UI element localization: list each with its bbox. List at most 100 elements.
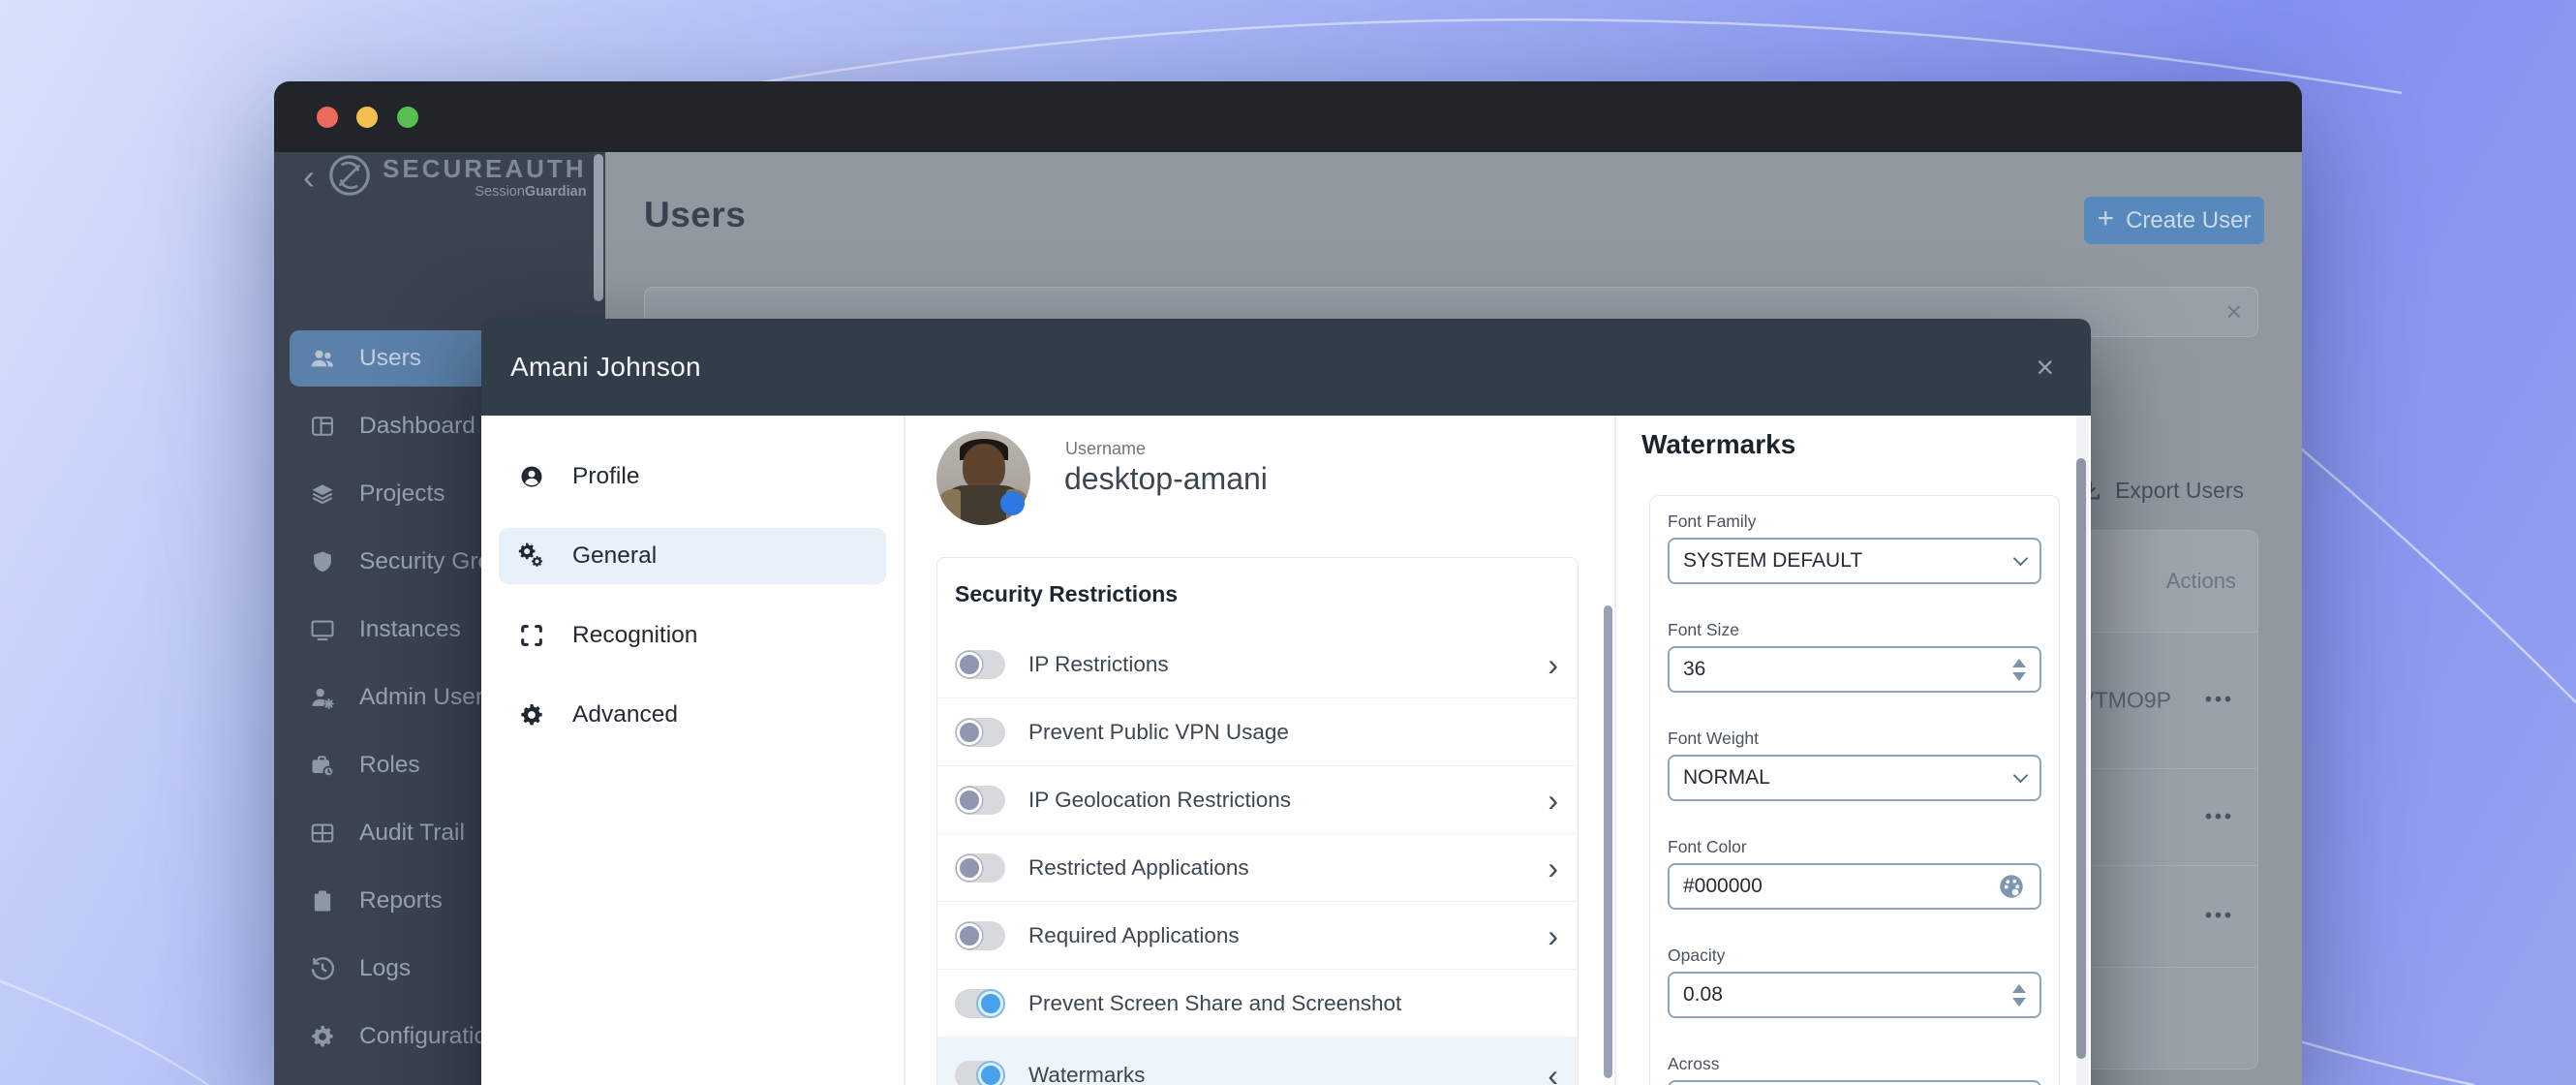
users-icon xyxy=(309,345,336,372)
toggle-required-applications[interactable] xyxy=(955,921,1005,950)
history-icon xyxy=(309,955,336,982)
font-family-select[interactable]: SYSTEM DEFAULT xyxy=(1668,538,2041,584)
modal-header: Amani Johnson × xyxy=(481,319,2091,416)
field-font-weight: Font Weight NORMAL xyxy=(1668,728,2041,801)
watermarks-panel: Watermarks Font Family SYSTEM DEFAULT Fo… xyxy=(1614,416,2091,1085)
field-font-size: Font Size 36 xyxy=(1668,620,2041,693)
security-row-ip-restrictions: IP Restrictions › xyxy=(937,631,1578,698)
minimize-window-button[interactable] xyxy=(356,107,378,128)
field-value: 0.08 xyxy=(1683,983,1723,1007)
admin-user-icon xyxy=(309,684,336,711)
dashboard-icon xyxy=(309,413,336,440)
chevron-down-icon[interactable] xyxy=(2013,551,2029,567)
actions-column-header: Actions xyxy=(2166,531,2236,632)
chevron-right-icon[interactable]: › xyxy=(1548,852,1558,884)
toggle-prevent-public-vpn-usage[interactable] xyxy=(955,718,1005,747)
field-font-color: Font Color #000000 xyxy=(1668,837,2041,910)
zoom-window-button[interactable] xyxy=(397,107,418,128)
clipboard-icon xyxy=(309,887,336,914)
tab-advanced[interactable]: Advanced xyxy=(499,687,886,743)
chevron-down-icon[interactable] xyxy=(2013,768,2029,784)
field-label: Font Family xyxy=(1668,512,2041,532)
clear-search-icon[interactable]: × xyxy=(2226,296,2242,327)
shield-icon xyxy=(309,548,336,575)
export-users-button[interactable]: Export Users xyxy=(2078,478,2244,504)
sidebar-logo: ‹ SECUREAUTH SessionGuardian xyxy=(303,153,587,202)
sidebar-scrollbar[interactable] xyxy=(594,154,603,301)
font-weight-select[interactable]: NORMAL xyxy=(1668,755,2041,801)
create-user-button[interactable]: + Create User xyxy=(2084,197,2264,244)
security-restrictions-card: Security Restrictions IP Restrictions › … xyxy=(936,557,1579,1085)
layers-icon xyxy=(309,480,336,508)
product-name: SessionGuardian xyxy=(475,185,586,200)
sidebar-item-label: Configuration xyxy=(359,1023,501,1050)
app-content: Users + Create User × Export Users Actio… xyxy=(274,152,2302,1085)
more-horizontal-icon[interactable]: ••• xyxy=(2205,906,2234,928)
security-row-ip-geolocation-restrictions: IP Geolocation Restrictions › xyxy=(937,766,1578,834)
toggle-restricted-applications[interactable] xyxy=(955,853,1005,883)
secureauth-logo-icon xyxy=(326,152,373,203)
security-row-label: IP Restrictions xyxy=(1028,652,1169,677)
field-font-family: Font Family SYSTEM DEFAULT xyxy=(1668,512,2041,584)
sidebar-item-label: Instances xyxy=(359,616,461,643)
field-value: SYSTEM DEFAULT xyxy=(1683,549,1862,573)
toggle-ip-restrictions[interactable] xyxy=(955,650,1005,679)
field-label: Font Color xyxy=(1668,837,2041,857)
security-row-prevent-public-vpn-usage: Prevent Public VPN Usage xyxy=(937,698,1578,766)
field-value: #000000 xyxy=(1683,875,1763,898)
step-down-icon[interactable] xyxy=(2012,672,2026,681)
tab-recognition[interactable]: Recognition xyxy=(499,607,886,664)
font-size-input[interactable]: 36 xyxy=(1668,646,2041,693)
step-up-icon[interactable] xyxy=(2012,659,2026,667)
security-row-restricted-applications: Restricted Applications › xyxy=(937,834,1578,902)
palette-icon[interactable] xyxy=(1997,872,2026,901)
close-modal-icon[interactable]: × xyxy=(2036,352,2054,383)
sidebar-item-label: Users xyxy=(359,345,421,372)
security-row-label: Prevent Screen Share and Screenshot xyxy=(1028,991,1401,1016)
watermarks-settings-card: Font Family SYSTEM DEFAULT Font Size 36 … xyxy=(1649,495,2060,1085)
number-stepper[interactable] xyxy=(2012,984,2026,1007)
chevron-right-icon[interactable]: › xyxy=(1548,785,1558,816)
security-restrictions-title: Security Restrictions xyxy=(955,581,1178,607)
toggle-ip-geolocation-restrictions[interactable] xyxy=(955,786,1005,815)
across-input[interactable]: 3 xyxy=(1668,1080,2041,1085)
step-up-icon[interactable] xyxy=(2012,984,2026,993)
chevron-right-icon[interactable]: › xyxy=(1548,649,1558,680)
toggle-prevent-screen-share-and-screenshot[interactable] xyxy=(955,989,1005,1018)
sidebar-item-label: Admin Users xyxy=(359,684,495,711)
number-stepper[interactable] xyxy=(2012,659,2026,681)
field-value: 36 xyxy=(1683,658,1705,681)
content-scrollbar[interactable] xyxy=(1604,605,1612,1078)
chevron-left-icon[interactable]: ‹ xyxy=(1548,1060,1558,1085)
window-titlebar xyxy=(274,81,2302,152)
page-title: Users xyxy=(644,195,746,235)
font-color-input[interactable]: #000000 xyxy=(1668,863,2041,910)
tab-profile[interactable]: Profile xyxy=(499,449,886,505)
username-label: Username xyxy=(1065,439,1146,459)
gears-icon xyxy=(518,542,545,570)
tab-label: Advanced xyxy=(572,701,678,728)
plus-icon: + xyxy=(2098,204,2115,233)
close-window-button[interactable] xyxy=(317,107,338,128)
more-horizontal-icon[interactable]: ••• xyxy=(2205,690,2234,712)
desktop-background: Users + Create User × Export Users Actio… xyxy=(0,0,2576,1085)
toggle-watermarks[interactable] xyxy=(955,1061,1005,1085)
chevron-right-icon[interactable]: › xyxy=(1548,920,1558,951)
security-row-label: Restricted Applications xyxy=(1028,855,1249,881)
field-opacity: Opacity 0.08 xyxy=(1668,946,2041,1018)
table-icon xyxy=(309,820,336,847)
tab-general[interactable]: General xyxy=(499,528,886,584)
modal-main-column: Username desktop-amani Security Restrict… xyxy=(907,416,1612,1085)
more-horizontal-icon[interactable]: ••• xyxy=(2205,806,2234,828)
step-down-icon[interactable] xyxy=(2012,998,2026,1007)
security-row-label: Watermarks xyxy=(1028,1063,1145,1085)
sidebar-item-label: Reports xyxy=(359,887,443,914)
panel-scrollbar[interactable] xyxy=(2076,458,2086,1059)
field-across: Across 3 xyxy=(1668,1054,2041,1085)
modal-title: Amani Johnson xyxy=(510,352,701,383)
collapse-sidebar-icon[interactable]: ‹ xyxy=(303,160,315,195)
security-row-label: Required Applications xyxy=(1028,923,1240,948)
username-value: desktop-amani xyxy=(1064,461,1268,497)
opacity-input[interactable]: 0.08 xyxy=(1668,972,2041,1018)
field-label: Font Size xyxy=(1668,620,2041,640)
